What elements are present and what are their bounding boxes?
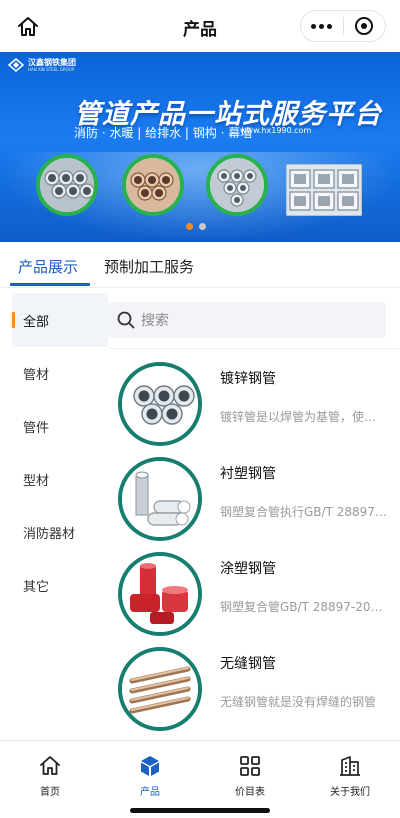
banner-pipe-image-1 [36, 154, 98, 216]
home-indicator [130, 808, 270, 813]
category-label: 全部 [23, 314, 50, 330]
tab-product-display[interactable]: 产品展示 [18, 256, 78, 277]
category-label: 其它 [23, 579, 50, 595]
nav-label: 价目表 [235, 787, 265, 798]
nav-item-home[interactable]: 首页 [0, 754, 100, 798]
product-image [118, 457, 202, 541]
product-name: 涂塑钢管 [220, 561, 276, 577]
building-icon [340, 756, 360, 776]
carousel-dot[interactable] [199, 223, 206, 230]
nav-label: 关于我们 [330, 787, 370, 798]
banner-url: www.hx1990.com [240, 126, 312, 135]
product-image [118, 362, 202, 446]
category-item-pipes[interactable]: 管材 [12, 346, 108, 400]
top-bar: 产品 [0, 0, 400, 52]
category-label: 型材 [23, 473, 50, 489]
carousel-dots [186, 223, 206, 230]
list-divider [108, 348, 400, 349]
search-icon [117, 311, 135, 329]
banner-pipe-image-2 [122, 154, 184, 216]
promo-banner[interactable]: 汉鑫钢铁集团 HAN XIN STEEL GROUP 管道产品一站式服务平台 消… [0, 52, 400, 242]
category-label: 管材 [23, 367, 50, 383]
product-item-coated[interactable]: 涂塑钢管 钢塑复合管GB/T 28897-2012标准 [108, 552, 400, 648]
category-item-other[interactable]: 其它 [12, 558, 108, 612]
product-description: 钢塑复合管执行GB/T 28897-2012标准 [220, 505, 388, 519]
banner-square-tube-image [286, 164, 362, 216]
carousel-dot-active[interactable] [186, 223, 193, 230]
category-item-fittings[interactable]: 管件 [12, 399, 108, 453]
brand-subtitle: HAN XIN STEEL GROUP [28, 67, 75, 72]
search-input[interactable]: 搜索 [108, 302, 386, 338]
nav-label: 产品 [140, 787, 160, 798]
product-image [118, 647, 202, 731]
product-name: 衬塑钢管 [220, 466, 276, 482]
brand-name: 汉鑫钢铁集团 [28, 58, 76, 67]
product-description: 钢塑复合管GB/T 28897-2012标准 [220, 600, 388, 614]
category-item-all[interactable]: 全部 [12, 293, 108, 347]
target-close-icon[interactable] [343, 11, 385, 41]
banner-pipe-image-3 [206, 154, 268, 216]
product-description: 无缝钢管就是没有焊缝的钢管 [220, 695, 377, 709]
nav-label: 首页 [40, 787, 60, 798]
category-label: 管件 [23, 420, 50, 436]
tab-active-underline [10, 283, 90, 286]
product-name: 镀锌钢管 [220, 371, 276, 387]
grid-icon [240, 756, 260, 776]
category-item-profiles[interactable]: 型材 [12, 452, 108, 506]
mini-program-capsule [300, 10, 386, 42]
category-label: 消防器材 [23, 526, 76, 542]
nav-item-products[interactable]: 产品 [100, 754, 200, 798]
cube-icon [141, 756, 159, 776]
category-sidebar: 全部 管材 管件 型材 消防器材 其它 [0, 289, 108, 739]
brand-logo: 汉鑫钢铁集团 HAN XIN STEEL GROUP [8, 58, 76, 72]
content-tabs: 产品展示 预制加工服务 [0, 242, 400, 288]
tab-prefab-service[interactable]: 预制加工服务 [104, 256, 194, 277]
product-description: 镀锌管是以焊管为基管，使用热浸镀锌工艺 [220, 410, 388, 424]
brand-logo-mark-icon [8, 58, 24, 72]
nav-item-about-us[interactable]: 关于我们 [300, 754, 400, 798]
product-item-plastic-lined[interactable]: 衬塑钢管 钢塑复合管执行GB/T 28897-2012标准 [108, 457, 400, 553]
bottom-navigation: 首页 产品 价目表 关于我们 [0, 740, 400, 818]
banner-tags: 消防 · 水暖 | 给排水 | 钢构 · 幕墙 [74, 126, 253, 140]
product-name: 无缝钢管 [220, 656, 276, 672]
product-item-seamless[interactable]: 无缝钢管 无缝钢管就是没有焊缝的钢管 [108, 647, 400, 743]
more-dots-icon[interactable] [301, 11, 343, 41]
product-image [118, 552, 202, 636]
nav-item-price-list[interactable]: 价目表 [200, 754, 300, 798]
home-icon [40, 756, 60, 775]
product-item-galvanized[interactable]: 镀锌钢管 镀锌管是以焊管为基管，使用热浸镀锌工艺 [108, 362, 400, 458]
search-placeholder: 搜索 [141, 313, 169, 329]
category-item-fire-equipment[interactable]: 消防器材 [12, 505, 108, 559]
